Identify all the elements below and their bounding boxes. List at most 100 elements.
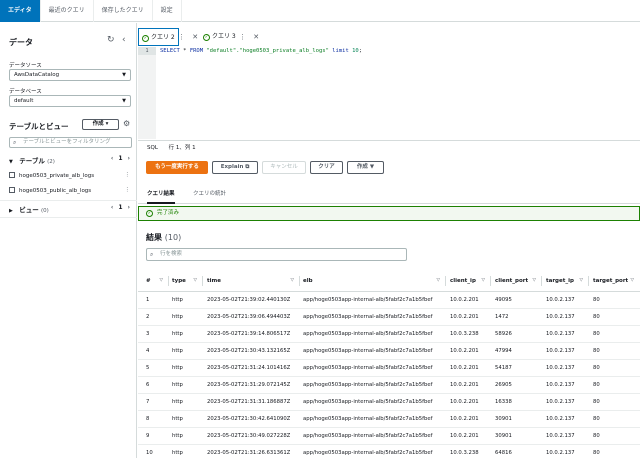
- sql-code-line[interactable]: SELECT * FROM "default"."hoge0503_privat…: [160, 47, 362, 55]
- cell-time: 2023-05-02T21:31:26.631361Z: [207, 450, 291, 456]
- query-tab-3[interactable]: ✓ クエリ 3: [203, 28, 236, 46]
- refresh-icon[interactable]: ↻: [107, 35, 115, 45]
- cell-time: 2023-05-02T21:31:31.186887Z: [207, 399, 291, 405]
- run-again-button[interactable]: もう一度実行する: [146, 161, 208, 174]
- more-options-icon[interactable]: ⋮: [239, 33, 246, 41]
- next-page-icon[interactable]: ›: [128, 204, 130, 211]
- cell-target-ip: 10.0.2.137: [546, 433, 575, 439]
- prev-page-icon[interactable]: ‹: [111, 155, 113, 162]
- column-separator[interactable]: [445, 276, 446, 286]
- cell-client-ip: 10.0.2.201: [450, 433, 479, 439]
- tab-recent-queries[interactable]: 最近のクエリ: [41, 0, 94, 22]
- more-options-icon[interactable]: ⋮: [125, 187, 131, 193]
- column-separator[interactable]: [588, 276, 589, 286]
- create-menu-button[interactable]: 作成 ▼: [347, 161, 384, 174]
- database-select[interactable]: default ▼: [9, 95, 131, 107]
- column-header[interactable]: time ▽: [207, 270, 300, 292]
- sort-icon[interactable]: ▽: [482, 270, 485, 292]
- table-row: 10 http 2023-05-02T21:31:26.631361Z app/…: [138, 445, 640, 458]
- gear-icon[interactable]: ⚙: [123, 119, 130, 128]
- column-separator[interactable]: [202, 276, 203, 286]
- table-row: 1 http 2023-05-02T21:39:02.440130Z app/h…: [138, 292, 640, 309]
- more-options-icon[interactable]: ⋮: [125, 172, 131, 178]
- column-header[interactable]: client_port ▽: [495, 270, 542, 292]
- create-dropdown-button[interactable]: 作成 ▾: [82, 119, 119, 130]
- clear-button[interactable]: クリア: [310, 161, 343, 174]
- query-tab-label: クエリ 3: [212, 33, 236, 40]
- cell-row-number: 10: [146, 450, 153, 456]
- explain-button[interactable]: Explain ⧉: [212, 161, 258, 174]
- cell-client-port: 26905: [495, 382, 512, 388]
- sql-text: *: [179, 48, 190, 54]
- cell-target-port: 80: [593, 450, 600, 456]
- close-icon[interactable]: ✕: [192, 33, 198, 41]
- cell-target-ip: 10.0.2.137: [546, 416, 575, 422]
- cell-elb: app/hoge0503app-internal-alb/5fabf2c7a1b…: [303, 348, 433, 354]
- cell-type: http: [172, 382, 183, 388]
- column-header[interactable]: type ▽: [172, 270, 203, 292]
- cell-time: 2023-05-02T21:31:24.101416Z: [207, 365, 291, 371]
- cell-target-ip: 10.0.2.137: [546, 297, 575, 303]
- cell-type: http: [172, 314, 183, 320]
- table-filter-input[interactable]: ⌕ テーブルとビューをフィルタリング: [9, 137, 132, 148]
- cell-target-ip: 10.0.2.137: [546, 399, 575, 405]
- sort-icon[interactable]: ▽: [631, 270, 634, 292]
- cell-client-port: 16338: [495, 399, 512, 405]
- cell-target-ip: 10.0.2.137: [546, 348, 575, 354]
- sort-icon[interactable]: ▽: [533, 270, 536, 292]
- cell-time: 2023-05-02T21:39:14.806517Z: [207, 331, 291, 337]
- results-title-label: 結果: [146, 233, 162, 242]
- views-count: (0): [41, 208, 49, 214]
- column-header-label: elb: [303, 278, 313, 284]
- cancel-button[interactable]: キャンセル: [262, 161, 306, 174]
- more-options-icon[interactable]: ⋮: [178, 33, 185, 41]
- cell-time: 2023-05-02T21:30:49.027228Z: [207, 433, 291, 439]
- tab-query-stats[interactable]: クエリの統計: [193, 184, 226, 204]
- views-section-header[interactable]: ▶ ビュー (0) ‹ 1 ›: [9, 204, 133, 215]
- sort-icon[interactable]: ▽: [580, 270, 583, 292]
- cell-elb: app/hoge0503app-internal-alb/5fabf2c7a1b…: [303, 297, 433, 303]
- sort-icon[interactable]: ▽: [437, 270, 440, 292]
- table-item[interactable]: hoge0503_public_alb_logs ⋮: [9, 187, 133, 197]
- sort-icon[interactable]: ▽: [194, 270, 197, 292]
- cell-type: http: [172, 399, 183, 405]
- views-label: ビュー: [19, 206, 39, 214]
- results-search-input[interactable]: ⌕ 行を検索: [146, 248, 407, 261]
- datasource-select[interactable]: AwsDataCatalog ▼: [9, 69, 131, 81]
- cell-time: 2023-05-02T21:39:06.494403Z: [207, 314, 291, 320]
- column-separator[interactable]: [490, 276, 491, 286]
- collapse-sidebar-icon[interactable]: ‹: [122, 35, 126, 45]
- sort-icon[interactable]: ▽: [291, 270, 294, 292]
- collapsed-triangle-icon: ▶: [9, 208, 13, 214]
- column-header-label: type: [172, 278, 186, 284]
- column-header[interactable]: elb ▽: [303, 270, 446, 292]
- table-row: 9 http 2023-05-02T21:30:49.027228Z app/h…: [138, 428, 640, 445]
- query-tab-2[interactable]: ✓ クエリ 2: [138, 28, 179, 46]
- column-header[interactable]: target_port ▽: [593, 270, 637, 292]
- sql-keyword: limit: [332, 48, 349, 54]
- column-separator[interactable]: [541, 276, 542, 286]
- sort-icon[interactable]: ▽: [160, 270, 163, 292]
- prev-page-icon[interactable]: ‹: [111, 204, 113, 211]
- next-page-icon[interactable]: ›: [128, 155, 130, 162]
- tab-saved-queries[interactable]: 保存したクエリ: [94, 0, 153, 22]
- tables-section-header[interactable]: ▼ テーブル (2) ‹ 1 ›: [9, 155, 133, 166]
- cell-target-port: 80: [593, 433, 600, 439]
- cell-type: http: [172, 450, 183, 456]
- sql-editor[interactable]: 1 SELECT * FROM "default"."hoge0503_priv…: [138, 47, 640, 139]
- column-separator[interactable]: [299, 276, 300, 286]
- tab-query-results[interactable]: クエリ結果: [147, 184, 175, 204]
- column-separator[interactable]: [168, 276, 169, 286]
- column-header[interactable]: target_ip ▽: [546, 270, 589, 292]
- table-item[interactable]: hoge0503_private_alb_logs ⋮: [9, 172, 133, 182]
- divider: [0, 217, 137, 218]
- cell-row-number: 9: [146, 433, 150, 439]
- close-icon[interactable]: ✕: [253, 33, 259, 41]
- tab-editor[interactable]: エディタ: [0, 0, 41, 22]
- column-header[interactable]: client_ip ▽: [450, 270, 491, 292]
- cell-row-number: 6: [146, 382, 150, 388]
- tab-settings[interactable]: 設定: [153, 0, 182, 22]
- cell-target-port: 80: [593, 399, 600, 405]
- column-header[interactable]: # ▽: [146, 270, 169, 292]
- cell-row-number: 7: [146, 399, 150, 405]
